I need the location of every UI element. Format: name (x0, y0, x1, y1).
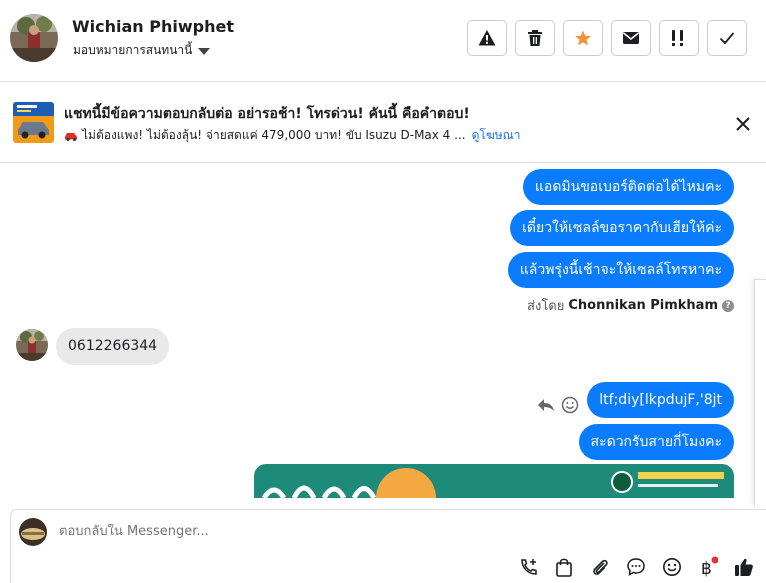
contact-name: Wichian Phiwphet (72, 17, 234, 36)
sent-by-prefix: ส่งโดย (527, 299, 565, 314)
delete-button[interactable] (515, 20, 555, 56)
thumbs-up-icon (735, 558, 753, 576)
page-avatar (19, 518, 47, 546)
close-icon (736, 117, 750, 131)
close-ad-banner-button[interactable] (734, 115, 752, 133)
add-contact-call-button[interactable] (518, 556, 540, 578)
sender-name: Chonnikan Pimkham (568, 298, 718, 313)
saved-replies-button[interactable] (625, 556, 647, 578)
paperclip-icon (593, 559, 608, 575)
help-icon[interactable]: ? (722, 299, 734, 312)
react-smiley-icon[interactable] (561, 396, 579, 414)
like-button[interactable] (733, 556, 755, 578)
contact-avatar-small[interactable] (16, 329, 48, 361)
view-ad-link[interactable]: ดูโฆษณา (472, 126, 521, 145)
ad-title: แชทนี้มีข้อความตอบกลับต่อ อย่ารอช้า! โทร… (64, 106, 470, 122)
payment-button[interactable]: ฿ (697, 556, 719, 578)
assign-conversation-dropdown[interactable]: มอบหมายการสนทนานี้ (73, 41, 211, 60)
reply-icon[interactable] (537, 397, 555, 413)
exclamation-icon (672, 30, 683, 46)
warning-icon (478, 30, 496, 46)
attach-button[interactable] (589, 556, 611, 578)
outgoing-message[interactable]: แล้วพรุ่งนี้เช้าจะให้เซลล์โทรหาคะ (507, 252, 734, 288)
side-panel-edge (754, 279, 766, 506)
ad-subtitle: ไม่ต้องแพง! ไม่ต้องลุ้น! จ่ายสดแค่ 479,0… (82, 128, 466, 142)
shop-button[interactable] (553, 556, 575, 578)
chat-bubble-icon (627, 558, 645, 576)
ad-subtitle-row: ไม่ต้องแพง! ไม่ต้องลุ้น! จ่ายสดแค่ 479,0… (64, 126, 521, 145)
star-icon (575, 30, 591, 46)
mark-done-button[interactable] (707, 20, 747, 56)
outgoing-message[interactable]: สะดวกรับสายกี่โมงคะ (578, 424, 734, 460)
car-icon (65, 132, 77, 141)
conversation-header: Wichian Phiwphet มอบหมายการสนทนานี้ (0, 0, 766, 82)
outgoing-message[interactable]: เดี๋ยวให้เซลล์ขอราคากับเฮียให้ค่ะ (510, 210, 734, 246)
shopping-bag-icon (556, 558, 572, 577)
caret-down-icon (198, 47, 211, 55)
reply-input[interactable] (59, 524, 659, 539)
follow-up-button[interactable] (659, 20, 699, 56)
image-message[interactable] (254, 464, 734, 498)
ad-thumbnail (13, 102, 54, 143)
svg-text:฿: ฿ (701, 559, 712, 578)
baht-icon: ฿ (701, 556, 718, 578)
envelope-icon (623, 32, 639, 44)
incoming-message[interactable]: 0612266344 (56, 328, 170, 365)
reply-composer (10, 509, 766, 583)
star-button[interactable] (563, 20, 603, 56)
outgoing-message[interactable]: แอดมินขอเบอร์ติดต่อได้ไหมคะ (522, 169, 734, 205)
outgoing-message[interactable]: ltf;diy[lkpdujF,'8jt (587, 382, 734, 418)
ad-context-banner: แชทนี้มีข้อความตอบกลับต่อ อย่ารอช้า! โทร… (0, 83, 766, 163)
smiley-icon (663, 558, 681, 576)
report-spam-button[interactable] (467, 20, 507, 56)
check-icon (719, 32, 735, 45)
trash-icon (528, 30, 542, 46)
mark-unread-button[interactable] (611, 20, 651, 56)
phone-plus-icon (521, 559, 537, 575)
contact-avatar[interactable] (10, 14, 58, 62)
sent-by-label: ส่งโดย Chonnikan Pimkham ? (527, 295, 734, 316)
emoji-button[interactable] (661, 556, 683, 578)
assign-label: มอบหมายการสนทนานี้ (73, 43, 193, 57)
